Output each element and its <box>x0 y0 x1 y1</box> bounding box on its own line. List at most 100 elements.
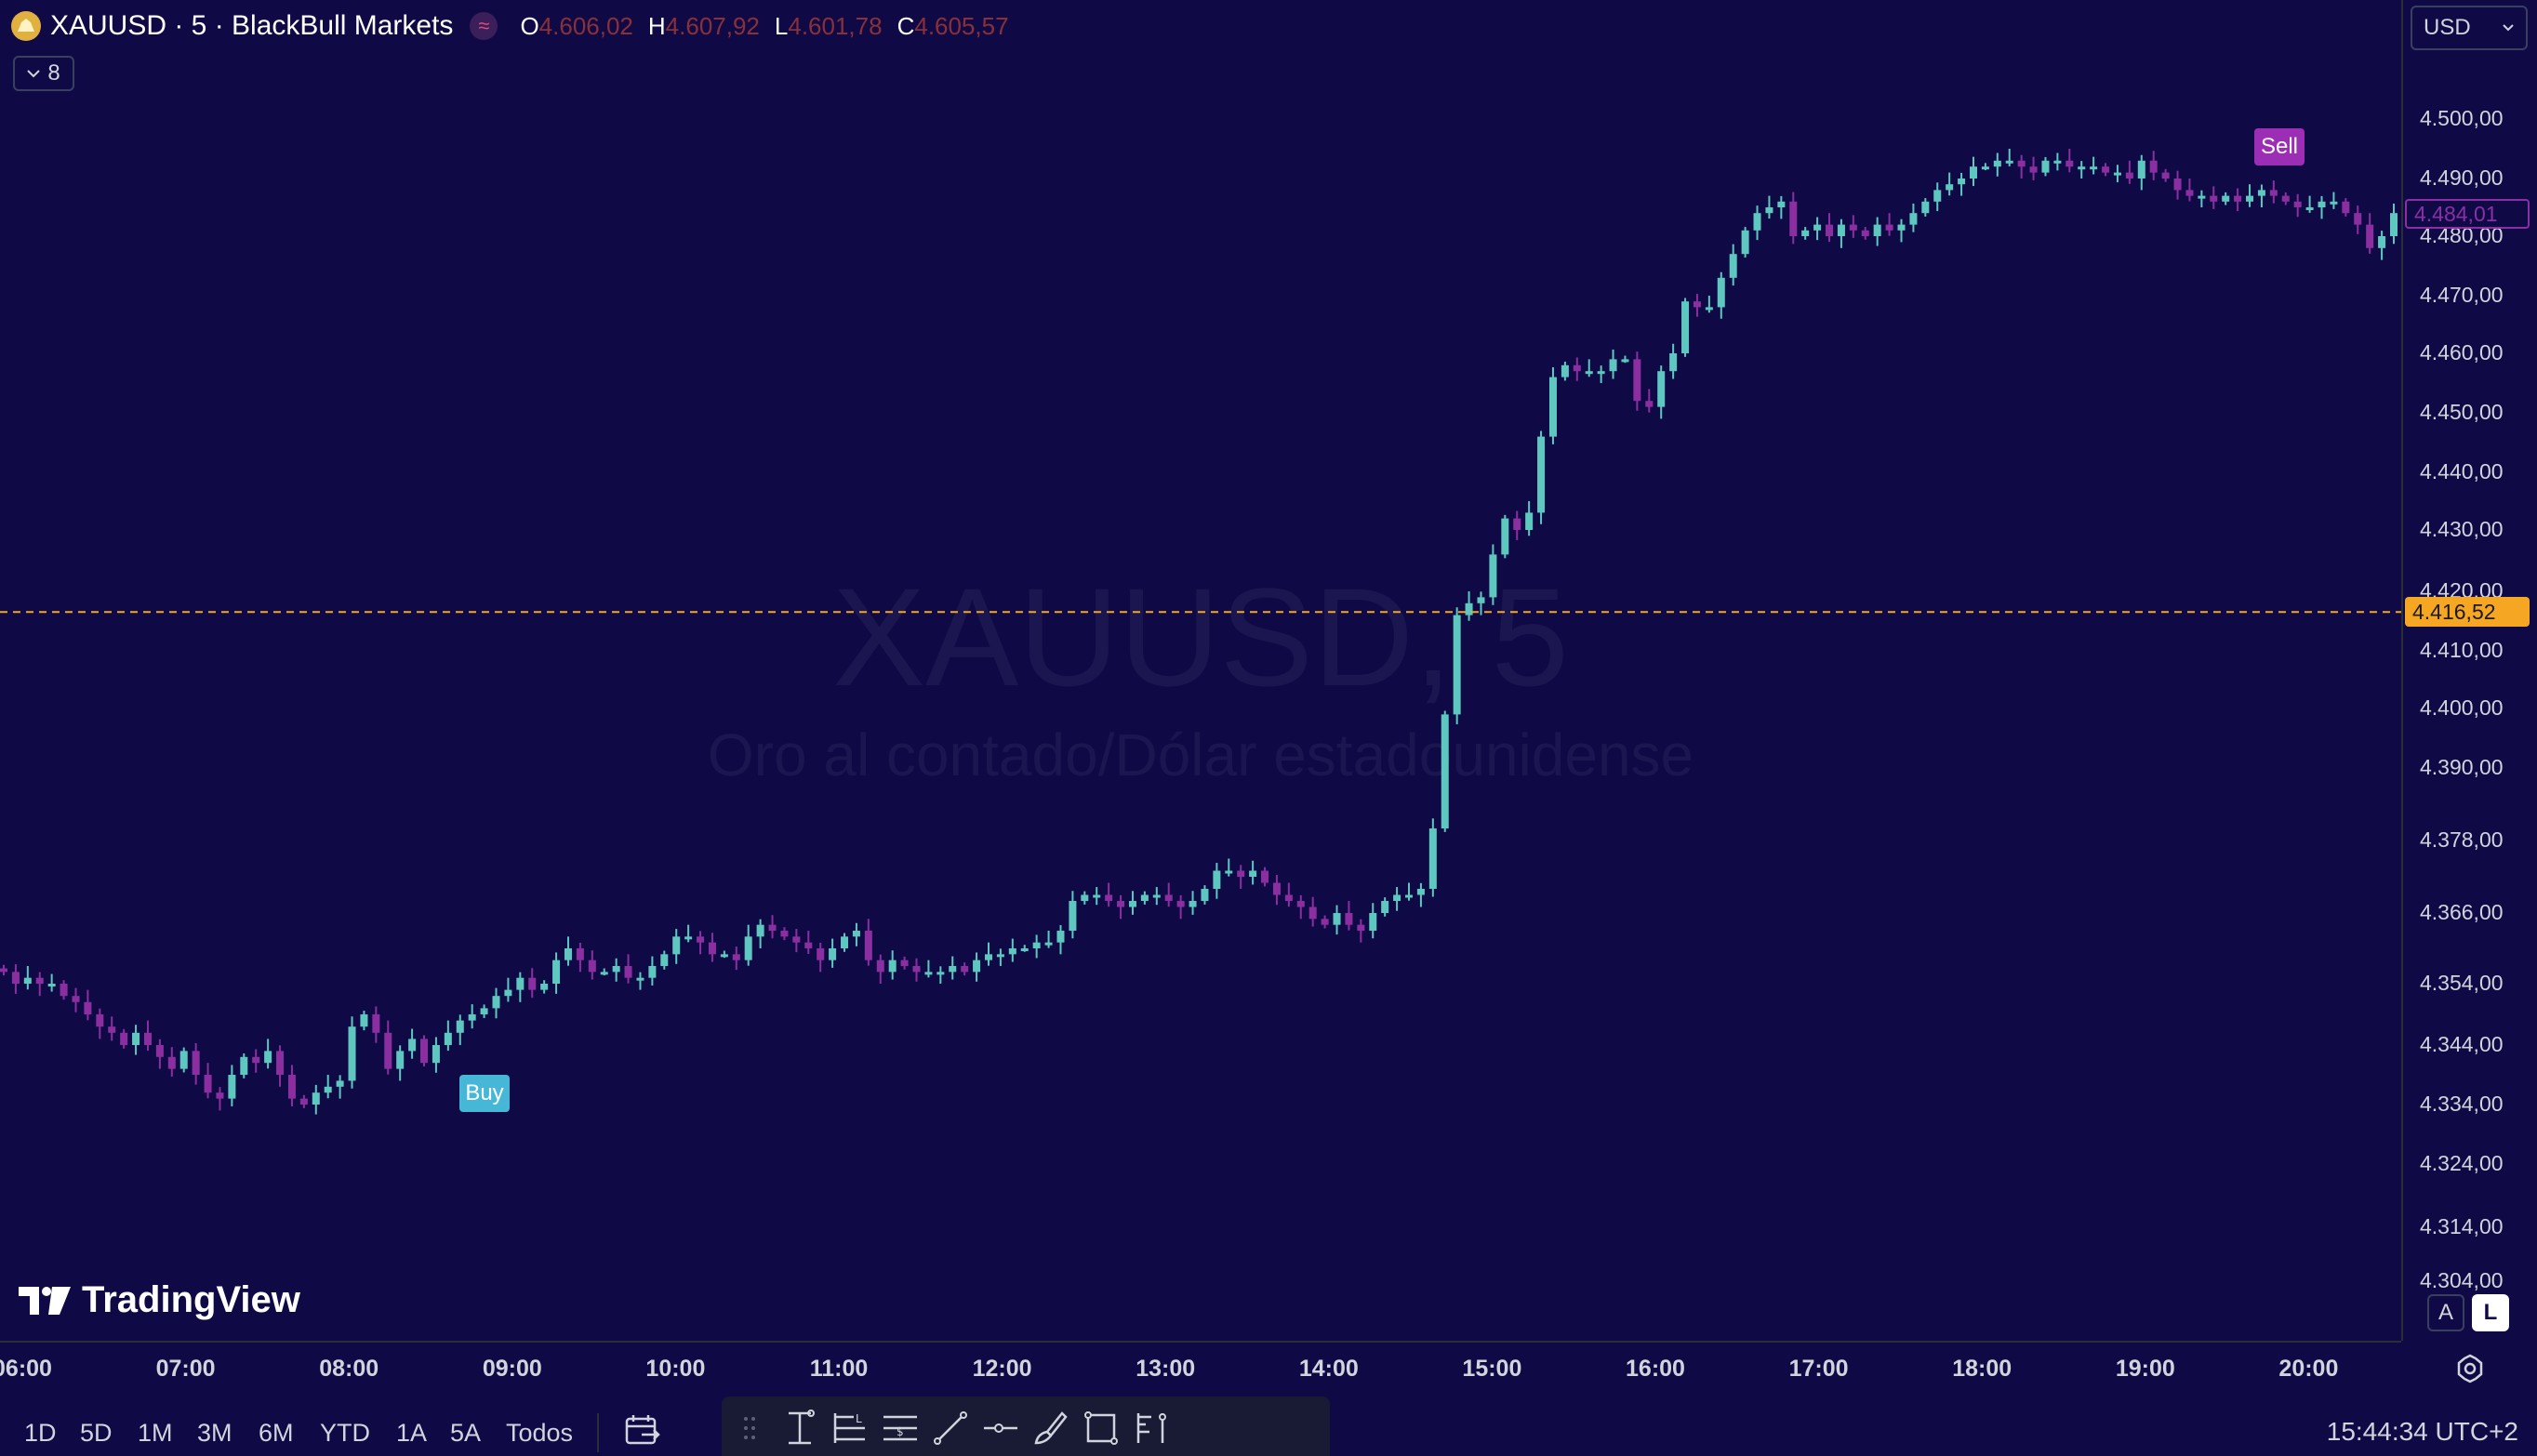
candle-body <box>360 1014 368 1027</box>
candle-body <box>1849 224 1857 231</box>
range-1m-button[interactable]: 1M <box>138 1419 173 1448</box>
range-1a-button[interactable]: 1A <box>396 1419 427 1448</box>
candle-body <box>1801 230 1810 236</box>
candle-body <box>299 1098 308 1105</box>
candle-body <box>1693 301 1701 308</box>
candle-body <box>1152 894 1161 898</box>
candle-body <box>468 1014 476 1021</box>
candle-body <box>744 936 752 960</box>
candle-body <box>1861 230 1869 236</box>
candle-body <box>2041 160 2050 173</box>
drag-handle-icon[interactable] <box>729 1408 770 1449</box>
range-3m-button[interactable]: 3M <box>197 1419 232 1448</box>
indicators-toggle-button[interactable]: 8 <box>13 56 74 91</box>
candle-body <box>984 954 992 960</box>
rectangle-icon[interactable] <box>1081 1408 1122 1449</box>
candle-body <box>588 960 596 973</box>
candle-body <box>1813 224 1822 231</box>
candle-body <box>1513 518 1521 530</box>
candle-body <box>2161 172 2170 179</box>
candle-body <box>996 954 1004 958</box>
candle-body <box>1296 901 1305 907</box>
candle-body <box>2137 160 2145 179</box>
candle-body <box>2234 195 2242 202</box>
candle-body <box>132 1032 140 1045</box>
range-all-button[interactable]: Todos <box>506 1419 573 1448</box>
range-6m-button[interactable]: 6M <box>259 1419 294 1448</box>
time-axis-label: 20:00 <box>2278 1356 2339 1382</box>
candle-body <box>1489 554 1497 598</box>
symbol-legend[interactable]: XAUUSD · 5 · BlackBull Markets ≈ O 4.606,… <box>11 7 1018 45</box>
candle-body <box>1501 518 1509 555</box>
candle-body <box>1261 870 1269 883</box>
range-ytd-button[interactable]: YTD <box>320 1419 370 1448</box>
time-axis-label: 07:00 <box>155 1356 216 1382</box>
candle-body <box>1369 913 1377 931</box>
candle-body <box>96 1014 104 1027</box>
log-scale-button[interactable]: L <box>2472 1294 2509 1331</box>
candle-body <box>1946 184 1954 191</box>
candle-body <box>1345 913 1353 925</box>
candle-body <box>240 1056 248 1075</box>
candle-body <box>456 1020 464 1033</box>
candle-body <box>900 960 909 966</box>
candle-body <box>72 996 80 1002</box>
trend-line-icon[interactable] <box>930 1408 971 1449</box>
time-axis[interactable]: 06:00 07:00 08:00 09:00 10:00 11:00 12:00 13:00… <box>0 1341 2401 1398</box>
long-position-icon[interactable]: L <box>830 1408 870 1449</box>
chart-pane[interactable]: XAUUSD, 5 Oro al contado/Dólar estadouni… <box>0 0 2401 1341</box>
market-status-icon[interactable]: ≈ <box>470 12 498 40</box>
tradingview-logo[interactable]: TradingView <box>19 1279 300 1321</box>
range-5a-button[interactable]: 5A <box>450 1419 481 1448</box>
sell-signal-label[interactable]: Sell <box>2254 128 2305 165</box>
candle-body <box>1284 894 1293 901</box>
candle-body <box>552 960 561 984</box>
candle-body <box>768 924 777 931</box>
candle-body <box>2378 236 2386 248</box>
candle-body <box>2246 195 2254 202</box>
candle-body <box>1909 213 1918 225</box>
candle-body <box>1416 889 1425 895</box>
currency-select[interactable]: USD <box>2411 6 2528 50</box>
candle-body <box>143 1032 152 1045</box>
symbol-title[interactable]: XAUUSD · 5 · BlackBull Markets <box>50 10 453 42</box>
candle-body <box>1537 436 1546 513</box>
horizontal-line-price-tag[interactable]: 4.416,52 <box>2405 597 2530 627</box>
candle-body <box>1249 870 1257 877</box>
candle-body <box>1741 230 1749 255</box>
ohlc-low-label: L <box>774 11 789 40</box>
candle-body <box>1657 371 1666 407</box>
candle-body <box>252 1056 260 1064</box>
buy-signal-label[interactable]: Buy <box>459 1075 510 1112</box>
price-range-icon[interactable]: $ <box>880 1408 921 1449</box>
auto-scale-button[interactable]: A <box>2427 1294 2464 1331</box>
candle-body <box>2389 213 2398 236</box>
candle-body <box>372 1014 380 1033</box>
candle-body <box>396 1051 405 1069</box>
candlestick-chart[interactable] <box>0 0 2401 1341</box>
candle-body <box>2366 224 2374 248</box>
candle-body <box>1933 190 1942 202</box>
candle-body <box>1669 353 1678 372</box>
range-5d-button[interactable]: 5D <box>80 1419 113 1448</box>
measure-icon[interactable] <box>779 1408 820 1449</box>
candle-body <box>697 936 705 943</box>
candle-body <box>216 1092 224 1099</box>
candle-body <box>1621 359 1629 363</box>
candle-body <box>1585 371 1593 375</box>
time-axis-label: 09:00 <box>482 1356 542 1382</box>
go-to-date-icon[interactable] <box>621 1410 662 1450</box>
candle-body <box>2065 160 2074 167</box>
range-1d-button[interactable]: 1D <box>24 1419 57 1448</box>
brush-icon[interactable] <box>1030 1408 1071 1449</box>
clock[interactable]: 15:44:34 UTC+2 <box>2327 1417 2518 1447</box>
candle-body <box>1333 913 1341 925</box>
candle-body <box>2293 201 2302 207</box>
candle-body <box>876 960 884 973</box>
time-axis-label: 17:00 <box>1788 1356 1849 1382</box>
time-axis-label: 13:00 <box>1136 1356 1196 1382</box>
candle-body <box>1717 277 1725 308</box>
fib-retracement-icon[interactable] <box>1131 1408 1172 1449</box>
settings-gear-icon[interactable] <box>2451 1350 2489 1387</box>
horizontal-ray-icon[interactable] <box>980 1408 1021 1449</box>
